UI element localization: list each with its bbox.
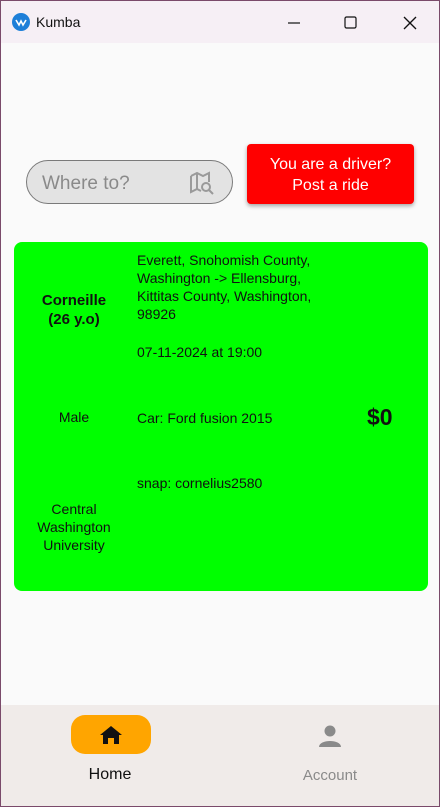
driver-name-age: Corneille (26 y.o) <box>14 291 134 329</box>
route-line: Kittitas County, Washington, <box>137 288 312 304</box>
post-ride-button[interactable]: You are a driver? Post a ride <box>247 144 414 204</box>
account-icon <box>317 723 343 749</box>
kumba-logo-icon <box>12 13 30 31</box>
nav-home-label: Home <box>88 766 132 783</box>
school-line: Central <box>51 501 97 517</box>
route-line: 98926 <box>137 306 176 322</box>
ride-car: Car: Ford fusion 2015 <box>137 410 273 426</box>
route-line: Everett, Snohomish County, <box>137 252 311 268</box>
nav-account-label: Account <box>302 767 358 784</box>
close-button[interactable] <box>381 1 439 43</box>
minimize-icon <box>288 22 300 24</box>
title-bar[interactable]: Kumba <box>1 1 439 43</box>
post-ride-button-line1: You are a driver? <box>269 156 392 173</box>
app-window: Kumba Where to? You are a driver? Post a… <box>0 0 440 807</box>
close-icon <box>403 16 417 30</box>
nav-account[interactable]: Account <box>230 705 430 806</box>
ride-card[interactable]: Corneille (26 y.o) Male Central Washingt… <box>14 242 428 591</box>
route-line: Washington -> Ellensburg, <box>137 270 302 286</box>
search-placeholder[interactable]: Where to? <box>42 173 130 195</box>
school-line: Washington <box>37 519 111 535</box>
driver-snap: snap: cornelius2580 <box>137 475 263 491</box>
post-ride-button-line2: Post a ride <box>292 177 369 194</box>
driver-name: Corneille <box>41 292 107 309</box>
minimize-button[interactable] <box>265 1 323 43</box>
ride-price: $0 <box>367 404 393 430</box>
driver-gender: Male <box>58 409 90 425</box>
home-icon <box>98 723 124 747</box>
map-search-icon[interactable] <box>189 170 215 196</box>
ride-datetime: 07-11-2024 at 19:00 <box>137 344 263 360</box>
maximize-icon <box>344 16 357 29</box>
nav-home[interactable]: Home <box>10 705 210 806</box>
driver-age: (26 y.o) <box>48 311 100 328</box>
school-line: University <box>43 537 105 553</box>
bottom-navigation: Home Account <box>1 705 439 806</box>
ride-route: Everett, Snohomish County, Washington ->… <box>137 251 337 323</box>
home-indicator[interactable] <box>71 715 151 754</box>
where-to-search[interactable]: Where to? <box>26 160 233 204</box>
window-title: Kumba <box>36 14 81 30</box>
driver-school: Central Washington University <box>14 500 134 554</box>
maximize-button[interactable] <box>322 1 380 43</box>
